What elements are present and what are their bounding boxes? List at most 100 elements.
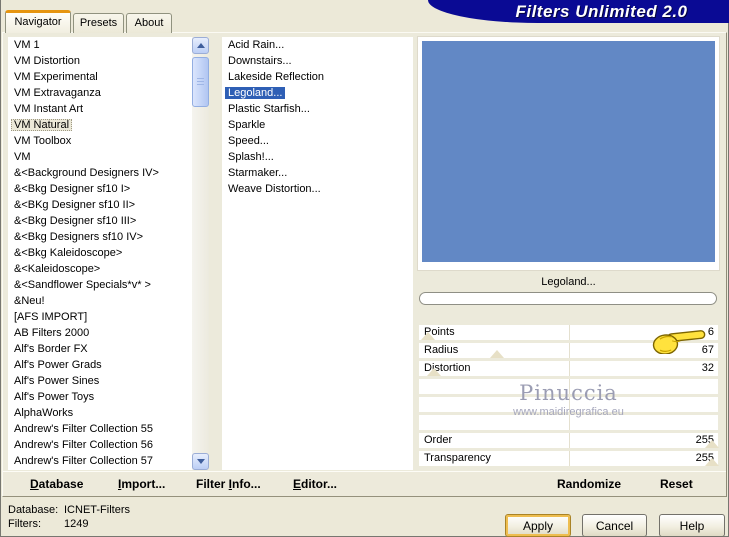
reset-button[interactable]: Reset [660,477,693,491]
list-item[interactable]: VM [8,149,192,165]
list-item[interactable]: Splash!... [222,149,413,165]
list-item-label: VM Natural [11,119,73,131]
status-filters-value: 1249 [64,518,89,530]
label-part: atabase [38,477,84,491]
import-button[interactable]: Import... [118,477,165,491]
list-item[interactable]: Legoland... [222,85,413,101]
slider-empty[interactable] [419,397,718,412]
list-item[interactable]: &<Background Designers IV> [8,165,192,181]
list-item[interactable]: [AFS IMPORT] [8,309,192,325]
list-item-label: Andrew's Filter Collection 55 [14,423,154,435]
list-item[interactable]: &<Sandflower Specials*v* > [8,277,192,293]
slider-order[interactable]: Order 255 [419,433,720,448]
list-item[interactable]: VM Extravaganza [8,85,192,101]
slider-thumb[interactable] [426,368,441,376]
list-item[interactable]: Plastic Starfish... [222,101,413,117]
editor-button[interactable]: Editor... [293,477,337,491]
category-list[interactable]: VM 1 VM Distortion VM Experimental VM Extra… [8,37,192,470]
slider-empty[interactable] [419,415,718,430]
list-item[interactable]: Sparkle [222,117,413,133]
pointing-hand-icon [652,330,706,354]
list-item-label: VM Extravaganza [14,87,101,99]
bottom-toolbar: Database Import... Filter Info... Editor...… [3,471,726,497]
slider-thumb[interactable] [705,440,720,448]
list-item[interactable]: &<Kaleidoscope> [8,261,192,277]
apply-button[interactable]: Apply [505,514,571,537]
cancel-button[interactable]: Cancel [582,514,647,537]
list-item-label: Alf's Power Grads [14,359,102,371]
list-item[interactable]: Speed... [222,133,413,149]
slider-thumb[interactable] [705,458,720,466]
list-item-label: VM 1 [14,39,40,51]
list-item-label: Alf's Border FX [14,343,88,355]
filters-unlimited-dialog: Filters Unlimited 2.0 Navigator Presets … [0,0,729,537]
list-item-label: Andrew's Filter Collection 56 [14,439,154,451]
status-database-value: ICNET-Filters [64,504,130,516]
preview-frame [418,37,719,270]
list-item-label: &<BKg Designer sf10 II> [14,199,136,211]
filter-list[interactable]: Acid Rain... Downstairs... Lakeside Reflec… [222,37,413,470]
list-item-label: &<Bkg Designer sf10 I> [14,183,131,195]
list-item[interactable]: Acid Rain... [222,37,413,53]
list-item-label: Andrew's Filter Collection 57 [14,455,154,467]
randomize-button[interactable]: Randomize [557,477,621,491]
list-item[interactable]: VM Experimental [8,69,192,85]
list-item[interactable]: Andrew's Filter Collection 57 [8,453,192,469]
category-list-scrollbar[interactable] [192,37,209,470]
slider-thumb[interactable] [420,332,435,340]
list-item[interactable]: &<Bkg Designer sf10 I> [8,181,192,197]
list-item[interactable]: Alf's Power Grads [8,357,192,373]
slider-transparency[interactable]: Transparency 255 [419,451,720,466]
list-item[interactable]: AB Filters 2000 [8,325,192,341]
list-item[interactable]: Andrew's Filter Collection 56 [8,437,192,453]
slider-empty[interactable] [419,379,718,394]
status-filters: Filters: 1249 [8,518,88,530]
list-item-label: Weave Distortion... [228,183,321,195]
list-item-label: &<Kaleidoscope> [14,263,101,275]
list-item[interactable]: AlphaWorks [8,405,192,421]
filter-info-button[interactable]: Filter Info... [196,477,261,491]
tab-presets-label: Presets [79,17,118,29]
list-item[interactable]: Starmaker... [222,165,413,181]
arrow-up-icon [196,43,205,48]
list-item[interactable]: VM Natural [8,117,192,133]
scroll-down-button[interactable] [192,453,209,470]
scroll-up-button[interactable] [192,37,209,54]
mnemonic-letter: D [30,477,39,491]
list-item[interactable]: &<Bkg Designer sf10 III> [8,213,192,229]
tab-about-label: About [134,17,164,29]
slider-thumb[interactable] [489,350,504,358]
list-item-label: Alf's Power Sines [14,375,100,387]
list-item[interactable]: &<Bkg Designers sf10 IV> [8,229,192,245]
list-item[interactable]: Alf's Power Sines [8,373,192,389]
preview-image [422,41,715,262]
list-item[interactable]: Downstairs... [222,53,413,69]
list-item[interactable]: Lakeside Reflection [222,69,413,85]
list-item[interactable]: Alf's Border FX [8,341,192,357]
database-button[interactable]: Database [30,477,83,491]
label-part: Filter [196,477,229,491]
slider-distortion[interactable]: Distortion 32 [419,361,718,376]
tab-presets[interactable]: Presets [73,13,124,33]
list-item[interactable]: &<Bkg Kaleidoscope> [8,245,192,261]
label-part: ditor... [301,477,338,491]
scrollbar-thumb[interactable] [192,57,209,107]
list-item[interactable]: VM 1 [8,37,192,53]
tab-navigator[interactable]: Navigator [5,10,71,33]
list-item-label: Speed... [228,135,269,147]
list-item-label: Sparkle [228,119,266,131]
list-item[interactable]: &<BKg Designer sf10 II> [8,197,192,213]
help-button[interactable]: Help [659,514,725,537]
list-item[interactable]: &Neu! [8,293,192,309]
list-item[interactable]: Weave Distortion... [222,181,413,197]
list-item[interactable]: Andrew's Filter Collection 55 [8,421,192,437]
list-item-label: &<Sandflower Specials*v* > [14,279,151,291]
list-item[interactable]: VM Toolbox [8,133,192,149]
list-item[interactable]: VM Instant Art [8,101,192,117]
label-part: nfo... [232,477,261,491]
tab-about[interactable]: About [126,13,172,33]
list-item-label: Starmaker... [228,167,288,179]
list-item-label: &<Bkg Kaleidoscope> [14,247,123,259]
list-item[interactable]: Alf's Power Toys [8,389,192,405]
list-item[interactable]: VM Distortion [8,53,192,69]
